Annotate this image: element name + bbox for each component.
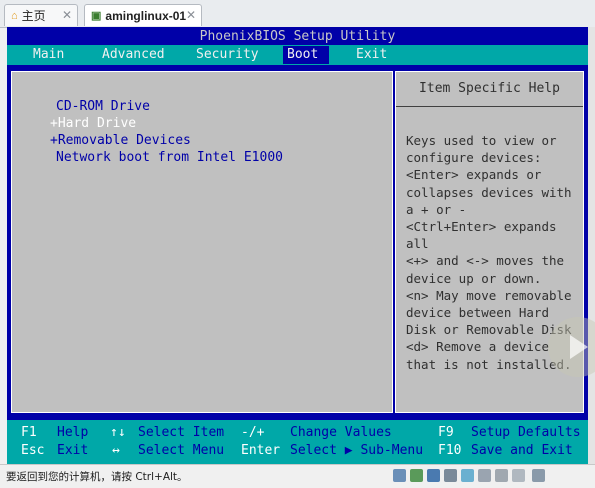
help-line: device between Hard [406, 305, 549, 321]
boot-item-network[interactable]: Network boot from Intel E1000 [56, 149, 283, 166]
display-icon[interactable] [495, 469, 508, 482]
label-change-values: Change Values [290, 425, 392, 440]
boot-item-hard-drive[interactable]: +Hard Drive [50, 115, 136, 132]
menu-exit[interactable]: Exit [352, 46, 391, 64]
label-help: Help [57, 425, 89, 440]
menu-advanced[interactable]: Advanced [98, 46, 169, 64]
disk-icon[interactable] [393, 469, 406, 482]
close-icon[interactable]: ✕ [186, 8, 196, 22]
key-updown: ↑↓ [110, 425, 126, 440]
label-exit: Exit [57, 443, 89, 458]
boot-item-removable[interactable]: +Removable Devices [50, 132, 191, 149]
usb-icon[interactable] [478, 469, 491, 482]
help-line: <Enter> expands or [406, 167, 542, 183]
menu-security[interactable]: Security [192, 46, 263, 64]
menu-boot[interactable]: Boot [283, 46, 329, 64]
label-select-item: Select Item [138, 425, 225, 440]
close-icon[interactable]: ✕ [62, 8, 72, 22]
printer-icon[interactable] [444, 469, 457, 482]
home-icon: ⌂ [11, 9, 18, 22]
help-title: Item Specific Help [396, 72, 583, 107]
vm-icon: ▣ [91, 10, 102, 22]
menu-main[interactable]: Main [29, 46, 68, 64]
help-line: a + or - [406, 201, 467, 217]
boot-order-pane: CD-ROM Drive +Hard Drive +Removable Devi… [11, 71, 393, 413]
label-select-submenu: Select ▶ Sub-Menu [290, 443, 424, 458]
help-line: device up or down. [406, 270, 542, 286]
vm-screen[interactable]: PhoenixBIOS Setup Utility Main Advanced … [7, 27, 588, 464]
key-f1: F1 [21, 425, 37, 440]
release-hint: 要返回到您的计算机，请按 Ctrl+Alt。 [6, 471, 188, 483]
help-line: configure devices: [406, 150, 542, 166]
scrollbar[interactable] [588, 27, 595, 464]
bios-menubar: Main Advanced Security Boot Exit [7, 45, 588, 65]
key-leftright: ↔ [112, 443, 120, 458]
key-esc: Esc [21, 443, 45, 458]
tab-vm[interactable]: ▣ aminglinux-01 ✕ [84, 4, 202, 26]
cd-icon[interactable] [410, 469, 423, 482]
key-minus-plus: -/+ [241, 425, 265, 440]
key-f9: F9 [438, 425, 454, 440]
label-select-menu: Select Menu [138, 443, 225, 458]
tab-bar: ⌂ 主页 ✕ ▣ aminglinux-01 ✕ [0, 0, 595, 28]
help-line: <+> and <-> moves the [406, 253, 565, 269]
tab-home-label: 主页 [21, 9, 46, 23]
fullscreen-icon[interactable] [532, 469, 545, 482]
network-icon[interactable] [427, 469, 440, 482]
label-setup-defaults: Setup Defaults [471, 425, 581, 440]
bios-statusbar: F1 Help ↑↓ Select Item -/+ Change Values… [7, 420, 588, 464]
help-line: all [406, 236, 429, 252]
label-save-exit: Save and Exit [471, 443, 573, 458]
bios-title: PhoenixBIOS Setup Utility [199, 29, 396, 44]
boot-item-cdrom[interactable]: CD-ROM Drive [56, 98, 150, 115]
key-f10: F10 [438, 443, 462, 458]
help-line: <n> May move removable [406, 287, 572, 303]
key-enter: Enter [241, 443, 281, 458]
help-line: Keys used to view or [406, 133, 557, 148]
sound-icon[interactable] [461, 469, 474, 482]
help-line: collapses devices with [406, 184, 572, 200]
message-icon[interactable] [512, 469, 525, 482]
help-line: <Ctrl+Enter> expands [406, 219, 557, 235]
bottom-status-bar: 要返回到您的计算机，请按 Ctrl+Alt。 [0, 464, 595, 488]
tab-home[interactable]: ⌂ 主页 ✕ [4, 4, 78, 26]
tab-vm-label: aminglinux-01 [105, 8, 187, 23]
